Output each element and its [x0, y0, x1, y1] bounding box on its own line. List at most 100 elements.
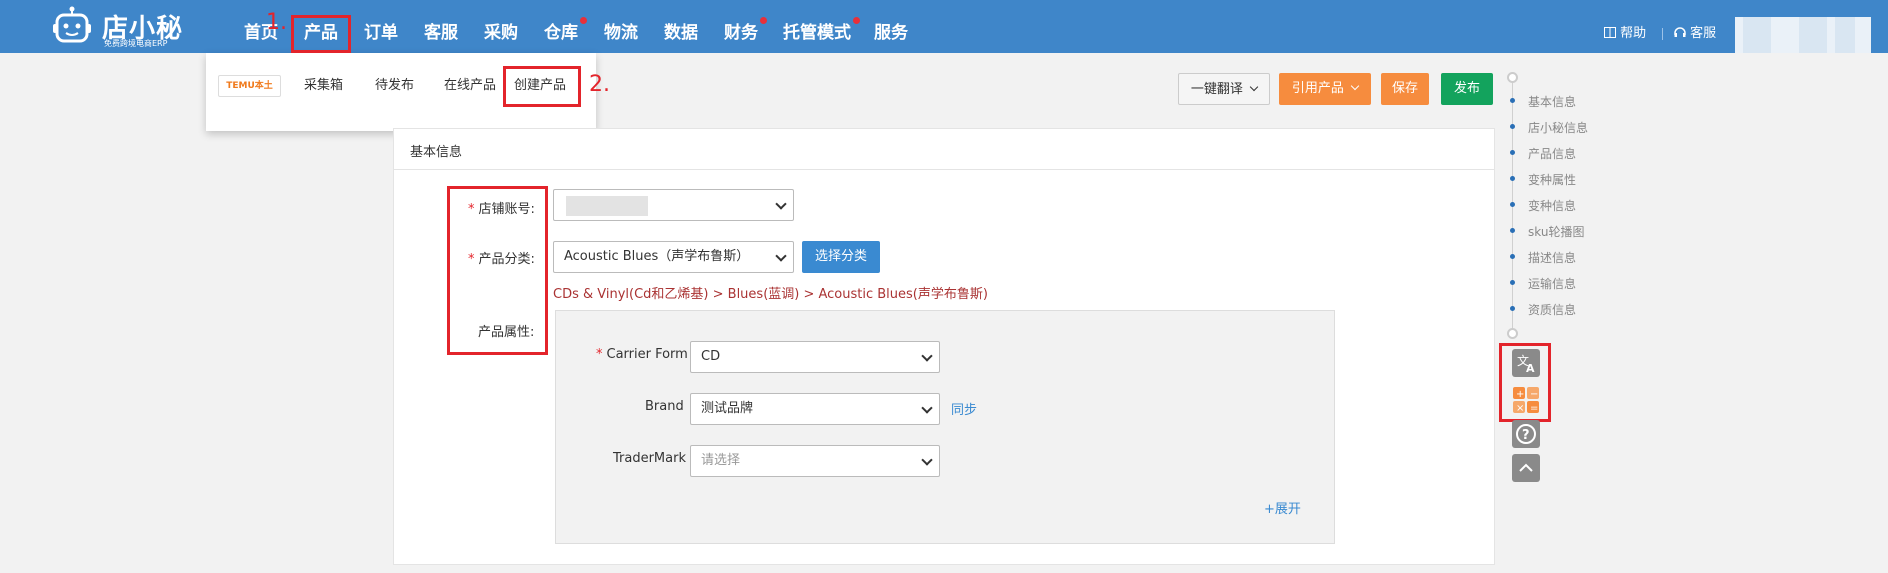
section-link-product-info[interactable]: 产品信息: [1528, 145, 1576, 162]
section-link-basic-info[interactable]: 基本信息: [1528, 93, 1576, 110]
shop-account-select[interactable]: [553, 189, 794, 221]
rail-dot: [1510, 254, 1515, 259]
rail-dot: [1510, 150, 1515, 155]
svg-text:+: +: [1516, 389, 1524, 400]
section-link-qualification[interactable]: 资质信息: [1528, 301, 1576, 318]
nav-purchase[interactable]: 采购: [484, 0, 518, 53]
required-mark: *: [596, 347, 603, 362]
annotation-number-1: 1.: [266, 10, 287, 35]
annotation-number-2: 2.: [589, 72, 610, 97]
chevron-down-icon: [775, 250, 787, 262]
notification-dot: [853, 17, 860, 24]
reference-label: 引用产品: [1291, 81, 1344, 96]
product-attributes-label: 产品属性:: [478, 325, 535, 340]
help-tool-button[interactable]: ?: [1512, 420, 1540, 448]
calculator-tool-button[interactable]: + − × =: [1512, 386, 1540, 414]
back-to-top-button[interactable]: [1512, 454, 1540, 482]
publish-button[interactable]: 发布: [1441, 73, 1493, 105]
shop-account-label: * 店铺账号:: [468, 198, 535, 217]
redacted-block: [1799, 17, 1827, 53]
service-link[interactable]: 客服: [1674, 0, 1716, 53]
nav-finance-label: 财务: [724, 23, 758, 43]
calculator-icon: + − × =: [1513, 387, 1539, 414]
section-link-variant-attributes[interactable]: 变种属性: [1528, 171, 1576, 188]
nav-logistics[interactable]: 物流: [604, 0, 638, 53]
nav-warehouse-label: 仓库: [544, 23, 578, 43]
rail-dot: [1510, 176, 1515, 181]
svg-text:=: =: [1530, 403, 1538, 414]
chevron-down-icon: [1249, 82, 1259, 92]
svg-text:×: ×: [1516, 403, 1524, 414]
rail-start-circle: [1507, 72, 1518, 83]
rail-dot: [1510, 280, 1515, 285]
section-link-description[interactable]: 描述信息: [1528, 249, 1576, 266]
nav-managed-mode[interactable]: 托管模式: [783, 0, 860, 53]
required-mark: *: [468, 202, 475, 217]
nav-customer-service[interactable]: 客服: [424, 0, 458, 53]
product-attributes-panel: [555, 310, 1335, 544]
translate-icon: 文 A: [1517, 353, 1535, 375]
service-label: 客服: [1690, 26, 1717, 41]
temu-local-badge[interactable]: TEMU本土: [218, 75, 281, 97]
section-link-sku-carousel[interactable]: sku轮播图: [1528, 223, 1584, 240]
brand-value: 测试品牌: [701, 401, 754, 416]
category-select[interactable]: Acoustic Blues（声学布鲁斯）: [553, 241, 794, 273]
chevron-down-icon: [1350, 81, 1360, 91]
redacted-block: [1835, 17, 1855, 53]
card-title: 基本信息: [410, 145, 463, 160]
trademark-label: TraderMark: [613, 451, 686, 466]
carrier-form-label: * Carrier Form: [596, 347, 688, 362]
reference-product-button[interactable]: 引用产品: [1279, 73, 1371, 105]
sync-link[interactable]: 同步: [951, 399, 977, 418]
trademark-select[interactable]: 请选择: [690, 445, 940, 477]
menu-item-online-products[interactable]: 在线产品: [444, 75, 496, 97]
carrier-form-value: CD: [701, 349, 721, 364]
trademark-placeholder: 请选择: [701, 453, 741, 468]
robot-logo-icon: [53, 6, 91, 43]
menu-item-pending-publish[interactable]: 待发布: [375, 75, 414, 97]
expand-link[interactable]: +展开: [1264, 498, 1301, 517]
section-link-dxm-info[interactable]: 店小秘信息: [1528, 119, 1588, 136]
select-category-button[interactable]: 选择分类: [802, 241, 880, 273]
nav-managed-mode-label: 托管模式: [783, 23, 851, 43]
annotation-box-create-product: [503, 66, 581, 107]
carrier-form-label-text: Carrier Form: [606, 347, 688, 362]
question-icon: ?: [1516, 424, 1536, 444]
notification-dot: [760, 17, 767, 24]
chevron-down-icon: [921, 454, 933, 466]
nav-data[interactable]: 数据: [664, 0, 698, 53]
help-label: 帮助: [1620, 26, 1647, 41]
translate-tool-button[interactable]: 文 A: [1512, 349, 1540, 377]
svg-text:−: −: [1530, 389, 1538, 400]
translate-label: 一键翻译: [1190, 82, 1243, 97]
required-mark: *: [468, 252, 475, 267]
notification-dot: [580, 17, 587, 24]
logo[interactable]: 店小秘 免费跨境电商ERP: [52, 4, 202, 48]
annotation-box-products: [291, 15, 351, 53]
section-link-shipping[interactable]: 运输信息: [1528, 275, 1576, 292]
help-link[interactable]: 帮助: [1604, 0, 1646, 53]
chevron-down-icon: [921, 402, 933, 414]
category-breadcrumb: CDs & Vinyl(Cd和乙烯基) > Blues(蓝调) > Acoust…: [553, 287, 988, 302]
section-link-variant-info[interactable]: 变种信息: [1528, 197, 1576, 214]
nav-finance[interactable]: 财务: [724, 0, 767, 53]
rail-dot: [1510, 202, 1515, 207]
carrier-form-select[interactable]: CD: [690, 341, 940, 373]
card-header: 基本信息: [394, 129, 1494, 170]
nav-warehouse[interactable]: 仓库: [544, 0, 587, 53]
one-click-translate-button[interactable]: 一键翻译: [1178, 73, 1270, 105]
svg-text:A: A: [1526, 362, 1535, 375]
chevron-up-icon: [1519, 463, 1533, 472]
nav-services[interactable]: 服务: [874, 0, 908, 53]
nav-orders[interactable]: 订单: [364, 0, 398, 53]
rail-dot: [1510, 306, 1515, 311]
rail-end-circle: [1507, 328, 1518, 339]
brand-select[interactable]: 测试品牌: [690, 393, 940, 425]
category-value: Acoustic Blues（声学布鲁斯）: [564, 249, 750, 264]
menu-item-collection-box[interactable]: 采集箱: [304, 75, 343, 97]
headset-icon: [1674, 27, 1686, 37]
save-button[interactable]: 保存: [1381, 73, 1429, 105]
divider: [1662, 28, 1663, 40]
user-account-box[interactable]: [1735, 17, 1871, 53]
book-icon: [1604, 27, 1616, 38]
